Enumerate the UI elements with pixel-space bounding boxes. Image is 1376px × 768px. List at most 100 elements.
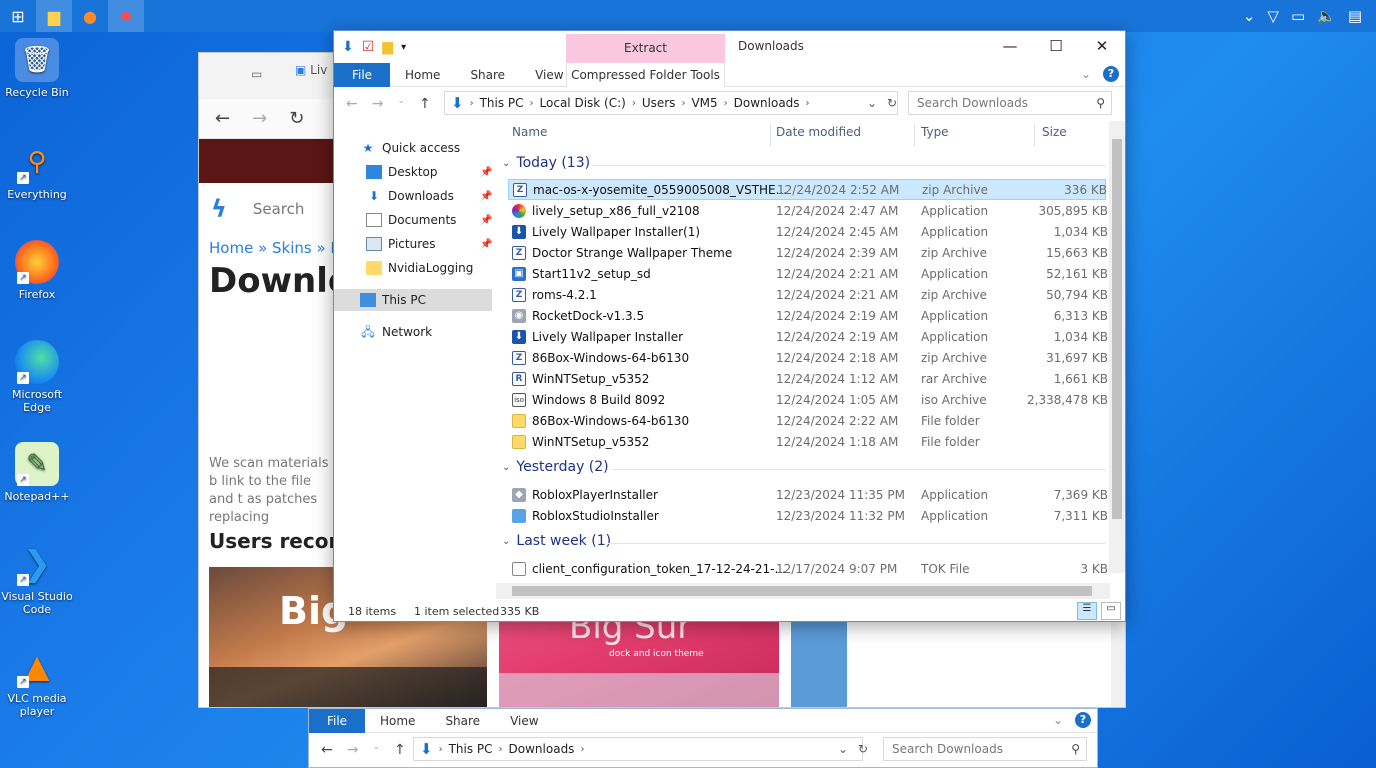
column-name[interactable]: Name: [512, 125, 547, 145]
recent-locations-icon[interactable]: ⌄: [397, 96, 405, 112]
ribbon-home-tab[interactable]: Home: [365, 714, 430, 728]
taskbar-file-explorer[interactable]: ▆: [36, 0, 72, 32]
file-row[interactable]: Z 86Box-Windows-64-b6130 12/24/2024 2:18 …: [508, 347, 1108, 368]
search-input[interactable]: Search Downloads ⚲: [883, 737, 1087, 761]
horizontal-scrollbar[interactable]: [496, 583, 1110, 599]
breadcrumb-item[interactable]: Local Disk (C:): [540, 96, 626, 110]
file-row[interactable]: ⬇ Lively Wallpaper Installer 12/24/2024 2…: [508, 326, 1108, 347]
taskbar-lively[interactable]: ✹: [108, 0, 144, 32]
breadcrumb-item[interactable]: This PC: [449, 742, 493, 756]
back-arrow-icon[interactable]: ←: [215, 108, 230, 129]
search-input[interactable]: Search Downloads ⚲: [908, 91, 1112, 115]
group-header-yesterday[interactable]: ⌄ Yesterday (2): [502, 459, 609, 475]
ribbon-view-tab[interactable]: View: [495, 714, 553, 728]
ribbon-share-tab[interactable]: Share: [430, 714, 495, 728]
recent-locations-icon[interactable]: ⌄: [372, 742, 380, 758]
nav-network[interactable]: 🖧 Network: [360, 321, 432, 343]
breadcrumb-item[interactable]: This PC: [480, 96, 524, 110]
customize-toolbar-icon[interactable]: ▾: [401, 42, 406, 53]
help-icon[interactable]: ?: [1103, 66, 1119, 82]
nav-desktop[interactable]: Desktop 📌: [366, 161, 492, 183]
file-row[interactable]: ◆ RobloxPlayerInstaller 12/23/2024 11:35 …: [508, 484, 1108, 505]
back-arrow-icon[interactable]: ←: [346, 96, 358, 112]
group-header-today[interactable]: ⌄ Today (13): [502, 155, 590, 171]
file-row[interactable]: iso Windows 8 Build 8092 12/24/2024 1:05 …: [508, 389, 1108, 410]
desktop-icon-everything[interactable]: ⚲ ↗ Everything: [0, 140, 74, 201]
breadcrumb-item[interactable]: Downloads: [509, 742, 575, 756]
start-button[interactable]: ⊞: [0, 0, 36, 32]
column-date-modified[interactable]: Date modified: [776, 125, 861, 145]
back-arrow-icon[interactable]: ←: [321, 742, 333, 758]
wifi-icon[interactable]: ▽: [1267, 7, 1279, 25]
column-type[interactable]: Type: [921, 125, 949, 145]
ribbon-file-tab[interactable]: File: [309, 708, 365, 733]
scroll-thumb[interactable]: [512, 586, 1092, 596]
expand-ribbon-icon[interactable]: ⌄: [1081, 67, 1091, 81]
notification-icon[interactable]: ▤: [1348, 7, 1362, 25]
up-arrow-icon[interactable]: ↑: [419, 96, 431, 112]
nav-pictures[interactable]: Pictures 📌: [366, 233, 492, 255]
desktop-icon-firefox[interactable]: ↗ Firefox: [0, 240, 74, 301]
refresh-icon[interactable]: ↻: [289, 108, 304, 129]
vertical-scrollbar[interactable]: [1109, 121, 1125, 573]
chevron-down-icon[interactable]: ⌄: [838, 742, 848, 756]
pin-icon[interactable]: 📌: [480, 239, 492, 250]
site-logo-icon[interactable]: ϟ: [211, 195, 227, 223]
ribbon-compressed-tools-tab[interactable]: Compressed Folder Tools: [566, 63, 725, 87]
file-row[interactable]: R WinNTSetup_v5352 12/24/2024 1:12 AM rar…: [508, 368, 1108, 389]
refresh-icon[interactable]: ↻: [858, 742, 868, 756]
site-search-input[interactable]: Search: [253, 200, 305, 218]
volume-muted-icon[interactable]: 🔈: [1317, 7, 1336, 25]
scroll-thumb[interactable]: [1112, 139, 1122, 519]
address-bar[interactable]: ⬇ › This PC › Local Disk (C:) › Users › …: [444, 91, 898, 115]
tab-actions-icon[interactable]: ▭: [251, 67, 262, 81]
ribbon-file-tab[interactable]: File: [334, 62, 390, 87]
properties-icon[interactable]: ☑: [362, 39, 375, 55]
forward-arrow-icon[interactable]: →: [347, 742, 359, 758]
minimize-button[interactable]: —: [987, 31, 1033, 61]
desktop-icon-recycle-bin[interactable]: 🗑 Recycle Bin: [0, 38, 74, 99]
up-arrow-icon[interactable]: ↑: [394, 742, 406, 758]
new-folder-icon[interactable]: ▆: [382, 39, 393, 55]
breadcrumb-item[interactable]: Downloads: [734, 96, 800, 110]
refresh-icon[interactable]: ↻: [887, 96, 897, 110]
breadcrumb[interactable]: Home » Skins » Ro: [209, 239, 349, 257]
nav-this-pc[interactable]: This PC: [334, 289, 492, 311]
network-icon[interactable]: ▭: [1291, 7, 1305, 25]
close-button[interactable]: ✕: [1079, 31, 1125, 61]
group-header-last-week[interactable]: ⌄ Last week (1): [502, 533, 611, 549]
forward-arrow-icon[interactable]: →: [252, 108, 267, 129]
file-row[interactable]: 86Box-Windows-64-b6130 12/24/2024 2:22 A…: [508, 410, 1106, 431]
browser-tab[interactable]: ▣ Liv: [295, 63, 327, 77]
large-icons-view-icon[interactable]: ▭: [1101, 602, 1121, 620]
file-row[interactable]: Zroms-4.2.1 12/24/2024 2:21 AM zip Archi…: [508, 284, 1108, 305]
file-row[interactable]: Zmac-os-x-yosemite_0559005008_VSTHE... 1…: [508, 179, 1107, 200]
expand-ribbon-icon[interactable]: ⌄: [1053, 713, 1063, 727]
help-icon[interactable]: ?: [1075, 712, 1091, 728]
extract-tab[interactable]: Extract: [566, 41, 725, 55]
breadcrumb-item[interactable]: VM5: [691, 96, 717, 110]
details-view-icon[interactable]: ☰: [1077, 602, 1097, 620]
address-bar[interactable]: ⬇ › This PC › Downloads ›: [413, 737, 863, 761]
forward-arrow-icon[interactable]: →: [372, 96, 384, 112]
file-row[interactable]: lively_setup_x86_full_v2108 12/24/2024 2…: [508, 200, 1108, 221]
chevron-down-icon[interactable]: ⌄: [1243, 7, 1256, 25]
taskbar-firefox[interactable]: ●: [72, 0, 108, 32]
desktop-icon-notepadpp[interactable]: ✎ ↗ Notepad++: [0, 442, 74, 503]
nav-quick-access[interactable]: ★ Quick access: [360, 137, 461, 159]
ribbon-share-tab[interactable]: Share: [455, 68, 520, 82]
file-row[interactable]: Z Doctor Strange Wallpaper Theme 12/24/20…: [508, 242, 1108, 263]
file-row[interactable]: ⬇ Lively Wallpaper Installer(1) 12/24/202…: [508, 221, 1108, 242]
pin-icon[interactable]: 📌: [480, 191, 492, 202]
chevron-down-icon[interactable]: ⌄: [867, 96, 877, 110]
desktop-icon-edge[interactable]: ↗ Microsoft Edge: [0, 340, 74, 414]
breadcrumb-item[interactable]: Users: [642, 96, 676, 110]
ribbon-home-tab[interactable]: Home: [390, 68, 455, 82]
pin-icon[interactable]: 📌: [480, 167, 492, 178]
desktop-icon-vscode[interactable]: ❯ ↗ Visual Studio Code: [0, 542, 74, 616]
desktop-icon-vlc[interactable]: ▲ ↗ VLC media player: [0, 644, 74, 718]
file-row[interactable]: WinNTSetup_v5352 12/24/2024 1:18 AM File…: [508, 431, 1106, 452]
file-row[interactable]: ▣ Start11v2_setup_sd 12/24/2024 2:21 AM A…: [508, 263, 1108, 284]
maximize-button[interactable]: ☐: [1033, 31, 1079, 61]
file-row[interactable]: ◉ RocketDock-v1.3.5 12/24/2024 2:19 AM Ap…: [508, 305, 1108, 326]
